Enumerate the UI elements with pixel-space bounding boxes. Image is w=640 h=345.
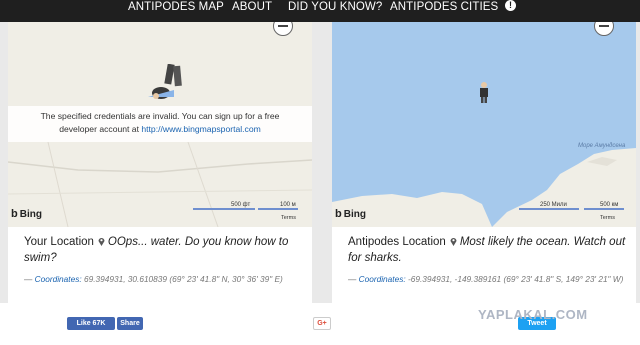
google-plus-button[interactable]: G+ [313,317,331,330]
top-nav: ANTIPODES MAP ABOUT DID YOU KNOW? ANTIPO… [0,0,640,22]
bing-logo[interactable]: b Bing [335,208,366,220]
antipodes-title-line: Antipodes Location Most likely the ocean.… [348,234,628,266]
info-icon[interactable]: ! [505,0,516,11]
coords-value: 69.394931, 30.610839 (69° 23' 41.8" N, 3… [83,274,283,284]
error-line-2-prefix: developer account at [59,124,142,134]
credentials-error-box: The specified credentials are invalid. Y… [8,106,312,142]
nav-antipodes-map[interactable]: ANTIPODES MAP [128,0,224,22]
your-location-coords: — Coordinates: 69.394931, 30.610839 (69°… [24,273,308,285]
antipodes-map[interactable]: Море Амундсена b Bing 250 Мили 500 км Ter… [332,22,636,227]
map-pin-icon [450,238,457,246]
coords-label[interactable]: Coordinates: [35,274,82,284]
your-location-title-line: Your Location OOps... water. Do you know … [24,234,304,266]
facebook-share-label: Share [120,320,140,327]
your-location-info: Your Location OOps... water. Do you know … [8,227,312,303]
watermark: YAPLAKAL.COM [478,307,588,322]
bing-b-icon: b [335,208,342,220]
scale-bar-miles [519,208,579,210]
google-plus-label: G+ [317,320,327,327]
antipodes-coords: — Coordinates: -69.394931, -149.389161 (… [348,273,632,285]
coords-dash: — [348,274,359,284]
antarctica-coast [332,148,636,227]
bing-portal-link[interactable]: http://www.bingmapsportal.com [141,124,260,134]
error-line-1: The specified credentials are invalid. Y… [40,111,280,121]
your-location-map[interactable]: The specified credentials are invalid. Y… [8,22,312,227]
terms-link[interactable]: Terms [281,215,296,221]
coords-dash: — [24,274,35,284]
sea-label: Море Амундсена [578,143,626,149]
scale-bar-km [584,208,624,210]
man-icon [480,82,488,103]
coords-value: -69.394931, -149.389161 (69° 23' 41.8" S… [407,274,624,284]
your-location-card: The specified credentials are invalid. Y… [8,22,312,303]
scale-bar-meters [258,208,298,210]
bing-label: Bing [19,209,42,220]
antipodes-location-card: Море Амундсена b Bing 250 Мили 500 км Ter… [332,22,636,303]
nav-about[interactable]: ABOUT [232,0,272,22]
nav-antipodes-cities[interactable]: ANTIPODES CITIES [390,0,498,22]
share-footer: Like 67K Share G+ Tweet YAPLAKAL.COM [0,303,640,345]
scale-bar-feet [193,208,255,210]
facebook-like-label: Like 67K [76,320,106,327]
facebook-like-button[interactable]: Like 67K [67,317,115,330]
bing-label: Bing [343,209,366,220]
coords-label[interactable]: Coordinates: [359,274,406,284]
antipodes-location-info: Antipodes Location Most likely the ocean.… [332,227,636,303]
your-location-title: Your Location [24,236,94,248]
map-pin-icon [98,238,105,246]
terms-link[interactable]: Terms [600,215,615,221]
bing-logo[interactable]: b Bing [11,208,42,220]
facebook-share-button[interactable]: Share [117,317,143,330]
drowning-man-icon [148,64,182,99]
bing-b-icon: b [11,208,18,220]
antipodes-location-title: Antipodes Location [348,236,446,248]
nav-did-you-know[interactable]: DID YOU KNOW? [288,0,382,22]
error-line-2: developer account at http://www.bingmaps… [8,123,312,136]
